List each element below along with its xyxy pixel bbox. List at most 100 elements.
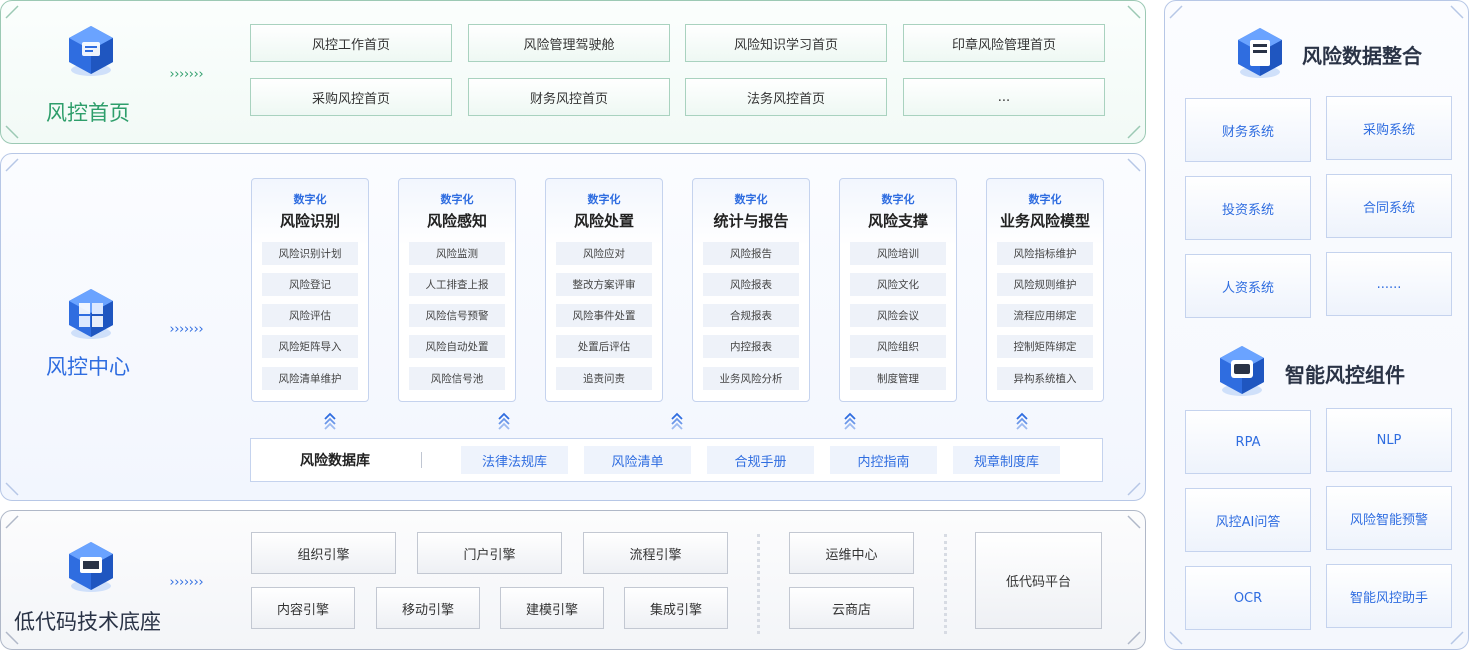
risk-database-title: 风险数据库 <box>300 453 370 469</box>
column-risk-support: 数字化 风险支撑 风险培训 风险文化 风险会议 风险组织 制度管理 <box>839 178 957 402</box>
system-item[interactable]: 投资系统 <box>1185 176 1311 240</box>
column-item[interactable]: 风险培训 <box>850 242 946 265</box>
column-title: 统计与报告 <box>713 212 789 230</box>
component-item[interactable]: 风控AI问答 <box>1185 488 1311 552</box>
column-item[interactable]: 风险报表 <box>703 273 799 296</box>
column-item[interactable]: 风险报告 <box>703 242 799 265</box>
component-item[interactable]: RPA <box>1185 410 1311 474</box>
column-risk-identification: 数字化 风险识别 风险识别计划 风险登记 风险评估 风险矩阵导入 风险清单维护 <box>251 178 369 402</box>
column-item[interactable]: 控制矩阵绑定 <box>997 335 1093 358</box>
column-title: 业务风险模型 <box>999 212 1090 230</box>
column-item[interactable]: 业务风险分析 <box>703 367 799 390</box>
homepage-cube-icon <box>69 26 113 76</box>
engine-item[interactable]: 组织引擎 <box>251 532 396 574</box>
column-title: 风险处置 <box>573 212 634 230</box>
column-item[interactable]: 异构系统植入 <box>997 367 1093 390</box>
column-item[interactable]: 风险规则维护 <box>997 273 1093 296</box>
homepage-item-more[interactable]: ... <box>903 78 1105 116</box>
engine-item[interactable]: 内容引擎 <box>251 587 355 629</box>
engine-item[interactable]: 集成引擎 <box>624 587 728 629</box>
column-item[interactable]: 风险监测 <box>409 242 505 265</box>
component-item[interactable]: NLP <box>1326 408 1452 472</box>
column-subtitle: 数字化 <box>734 193 768 206</box>
database-item[interactable]: 合规手册 <box>707 446 814 474</box>
database-item[interactable]: 法律法规库 <box>461 446 568 474</box>
column-item[interactable]: 风险登记 <box>262 273 358 296</box>
risk-center-title: 风控中心 <box>46 355 130 379</box>
system-item[interactable]: 财务系统 <box>1185 98 1311 162</box>
component-item[interactable]: OCR <box>1185 566 1311 630</box>
chevron-up-icon <box>844 412 856 430</box>
column-item[interactable]: 处置后评估 <box>556 335 652 358</box>
column-item[interactable]: 风险评估 <box>262 304 358 327</box>
column-item[interactable]: 流程应用绑定 <box>997 304 1093 327</box>
column-subtitle: 数字化 <box>587 193 621 206</box>
homepage-title: 风控首页 <box>46 101 130 125</box>
chevron-up-icon <box>324 412 336 430</box>
column-business-risk-model: 数字化 业务风险模型 风险指标维护 风险规则维护 流程应用绑定 控制矩阵绑定 异… <box>986 178 1104 402</box>
lowcode-platform[interactable]: 低代码平台 <box>975 532 1102 629</box>
column-title: 风险识别 <box>279 212 340 230</box>
homepage-arrows: ››››››› <box>168 67 205 82</box>
column-subtitle: 数字化 <box>881 193 915 206</box>
database-item[interactable]: 内控指南 <box>830 446 937 474</box>
column-item[interactable]: 风险会议 <box>850 304 946 327</box>
column-item[interactable]: 风险信号预警 <box>409 304 505 327</box>
column-item[interactable]: 人工排查上报 <box>409 273 505 296</box>
column-item[interactable]: 制度管理 <box>850 367 946 390</box>
database-item[interactable]: 规章制度库 <box>953 446 1060 474</box>
column-item[interactable]: 风险文化 <box>850 273 946 296</box>
column-item[interactable]: 风险应对 <box>556 242 652 265</box>
column-item[interactable]: 内控报表 <box>703 335 799 358</box>
engine-item[interactable]: 门户引擎 <box>417 532 562 574</box>
database-divider <box>421 452 422 468</box>
homepage-item[interactable]: 风险管理驾驶舱 <box>468 24 670 62</box>
column-item[interactable]: 风险自动处置 <box>409 335 505 358</box>
column-item[interactable]: 风险组织 <box>850 335 946 358</box>
dotted-divider <box>757 534 760 634</box>
system-item[interactable]: 人资系统 <box>1185 254 1311 318</box>
risk-center-cube-icon <box>69 289 113 339</box>
ops-item[interactable]: 运维中心 <box>789 532 914 574</box>
homepage-item[interactable]: 财务风控首页 <box>468 78 670 116</box>
dotted-divider <box>944 534 947 634</box>
component-item[interactable]: 智能风控助手 <box>1326 564 1452 628</box>
homepage-item[interactable]: 风控工作首页 <box>250 24 452 62</box>
data-integration-cube-icon <box>1238 28 1282 78</box>
column-item[interactable]: 风险识别计划 <box>262 242 358 265</box>
column-item[interactable]: 风险清单维护 <box>262 367 358 390</box>
system-item[interactable]: 采购系统 <box>1326 96 1452 160</box>
column-item[interactable]: 风险事件处置 <box>556 304 652 327</box>
chevron-up-icon <box>1016 412 1028 430</box>
homepage-item[interactable]: 采购风控首页 <box>250 78 452 116</box>
component-item[interactable]: 风险智能预警 <box>1326 486 1452 550</box>
engine-item[interactable]: 移动引擎 <box>376 587 480 629</box>
risk-center-arrows: ››››››› <box>168 322 205 337</box>
column-subtitle: 数字化 <box>293 193 327 206</box>
column-subtitle: 数字化 <box>1028 193 1062 206</box>
column-item[interactable]: 风险指标维护 <box>997 242 1093 265</box>
column-item[interactable]: 追责问责 <box>556 367 652 390</box>
ops-item[interactable]: 云商店 <box>789 587 914 629</box>
column-title: 风险支撑 <box>867 212 928 230</box>
column-item[interactable]: 风险信号池 <box>409 367 505 390</box>
homepage-item[interactable]: 印章风险管理首页 <box>903 24 1105 62</box>
column-title: 风险感知 <box>426 212 487 230</box>
smart-component-cube-icon <box>1220 346 1264 396</box>
column-item[interactable]: 风险矩阵导入 <box>262 335 358 358</box>
column-item[interactable]: 合规报表 <box>703 304 799 327</box>
system-item-more[interactable]: ...... <box>1326 252 1452 316</box>
column-subtitle: 数字化 <box>440 193 474 206</box>
system-item[interactable]: 合同系统 <box>1326 174 1452 238</box>
homepage-item[interactable]: 风险知识学习首页 <box>685 24 887 62</box>
engine-item[interactable]: 建模引擎 <box>500 587 604 629</box>
column-item[interactable]: 整改方案评审 <box>556 273 652 296</box>
database-item[interactable]: 风险清单 <box>584 446 691 474</box>
engine-item[interactable]: 流程引擎 <box>583 532 728 574</box>
column-risk-perception: 数字化 风险感知 风险监测 人工排查上报 风险信号预警 风险自动处置 风险信号池 <box>398 178 516 402</box>
column-statistics-reports: 数字化 统计与报告 风险报告 风险报表 合规报表 内控报表 业务风险分析 <box>692 178 810 402</box>
data-integration-title: 风险数据整合 <box>1302 44 1422 68</box>
column-risk-handling: 数字化 风险处置 风险应对 整改方案评审 风险事件处置 处置后评估 追责问责 <box>545 178 663 402</box>
homepage-item[interactable]: 法务风控首页 <box>685 78 887 116</box>
smart-components-title: 智能风控组件 <box>1285 363 1405 387</box>
